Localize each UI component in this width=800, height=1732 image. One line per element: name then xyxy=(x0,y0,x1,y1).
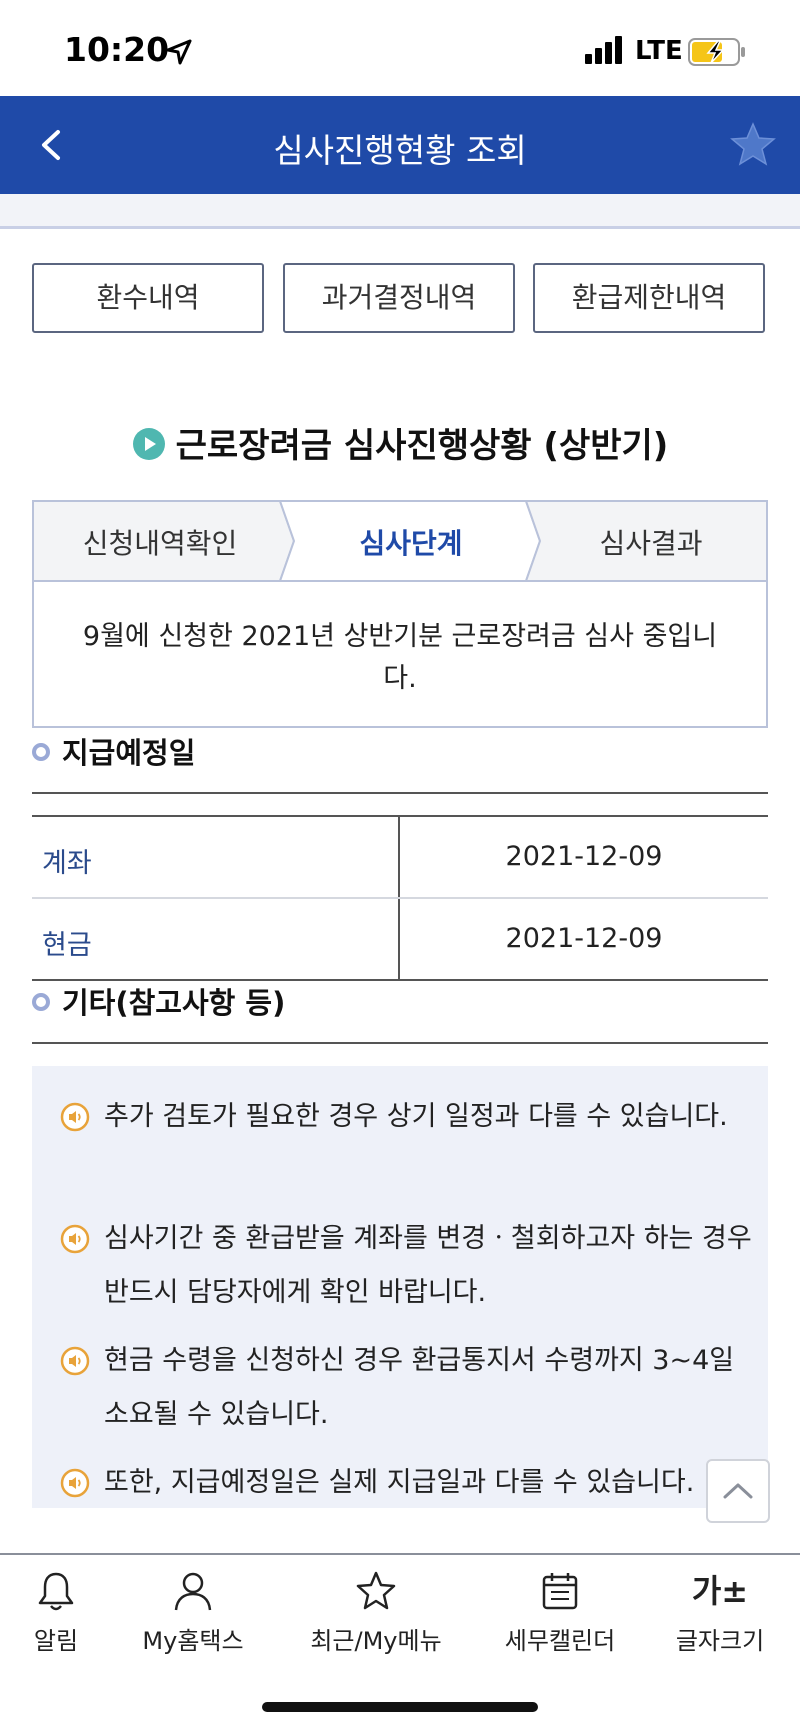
step-review: 심사단계 xyxy=(359,527,463,560)
refund-limit-button[interactable]: 환급제한내역 xyxy=(533,263,765,333)
table-row: 현금 2021-12-09 xyxy=(32,899,768,981)
play-circle-icon xyxy=(132,428,165,460)
payment-method-label: 현금 xyxy=(42,930,92,961)
list-item: 현금 수령을 신청하신 경우 환급통지서 수령까지 3~4일 소요될 수 있습니… xyxy=(60,1334,760,1442)
refund-recovery-button[interactable]: 환수내역 xyxy=(32,263,264,333)
section-main-title: 근로장려금 심사진행상황 (상반기) xyxy=(0,418,800,467)
bottom-navigation: 알림 My홈택스 최근/My메뉴 세무캘린더 가± 글자크기 xyxy=(0,1553,800,1685)
note-text: 현금 수령을 신청하신 경우 환급통지서 수령까지 3~4일 소요될 수 있습니… xyxy=(104,1345,735,1430)
table-row: 계좌 2021-12-09 xyxy=(32,817,768,899)
font-size-icon: 가± xyxy=(691,1572,749,1610)
chevron-up-icon xyxy=(723,1483,753,1499)
header-subbar xyxy=(0,194,800,229)
payment-table: 계좌 2021-12-09 현금 2021-12-09 xyxy=(32,815,768,981)
payment-date-value: 2021-12-09 xyxy=(505,841,663,872)
main-title-text: 근로장려금 심사진행상황 (상반기) xyxy=(175,426,669,466)
bullet-ring-icon xyxy=(32,743,50,761)
bullet-ring-icon xyxy=(32,993,50,1011)
speaker-bullet-icon xyxy=(60,1468,90,1498)
network-type: LTE xyxy=(635,36,683,66)
notes-box: 추가 검토가 필요한 경우 상기 일정과 다를 수 있습니다. 심사기간 중 환… xyxy=(32,1066,768,1508)
scroll-top-button[interactable] xyxy=(706,1459,770,1523)
app-header: 심사진행현황 조회 xyxy=(0,96,800,194)
page-title: 심사진행현황 조회 xyxy=(273,131,527,170)
calendar-icon xyxy=(542,1573,578,1610)
nav-font-size[interactable]: 가± 글자크기 xyxy=(640,1569,800,1656)
notes-section-title-text: 기타(참고사항 등) xyxy=(62,986,286,1020)
nav-recent-menu[interactable]: 최근/My메뉴 xyxy=(296,1569,456,1656)
status-time: 10:20 xyxy=(64,30,170,69)
step-result: 심사결과 xyxy=(599,527,703,560)
progress-steps: 신청내역확인 심사단계 심사결과 xyxy=(32,500,768,582)
payment-section-title-text: 지급예정일 xyxy=(62,736,196,770)
status-notice: 9월에 신청한 2021년 상반기분 근로장려금 심사 중입니다. xyxy=(32,582,768,728)
section-divider xyxy=(32,1042,768,1044)
list-item: 추가 검토가 필요한 경우 상기 일정과 다를 수 있습니다. xyxy=(60,1090,760,1144)
payment-date-value: 2021-12-09 xyxy=(505,923,663,954)
past-decision-button[interactable]: 과거결정내역 xyxy=(283,263,515,333)
list-item: 또한, 지급예정일은 실제 지급일과 다를 수 있습니다. xyxy=(60,1456,760,1510)
note-text: 추가 검토가 필요한 경우 상기 일정과 다를 수 있습니다. xyxy=(104,1101,728,1132)
nav-my-hometax[interactable]: My홈택스 xyxy=(113,1569,273,1656)
section-divider xyxy=(32,792,768,794)
nav-label: 세무캘린더 xyxy=(504,1627,616,1655)
payment-section-title: 지급예정일 xyxy=(32,730,195,772)
location-arrow-icon xyxy=(166,39,192,65)
favorite-star-icon[interactable] xyxy=(728,120,778,170)
nav-tax-calendar[interactable]: 세무캘린더 xyxy=(480,1569,640,1656)
speaker-bullet-icon xyxy=(60,1224,90,1254)
battery-charging-icon xyxy=(688,38,745,66)
list-item: 심사기간 중 환급받을 계좌를 변경ㆍ철회하고자 하는 경우 반드시 담당자에게… xyxy=(60,1212,760,1320)
note-text: 심사기간 중 환급받을 계좌를 변경ㆍ철회하고자 하는 경우 반드시 담당자에게… xyxy=(104,1223,752,1308)
note-text: 또한, 지급예정일은 실제 지급일과 다를 수 있습니다. xyxy=(104,1467,695,1498)
nav-label: My홈택스 xyxy=(142,1627,244,1655)
payment-method-label: 계좌 xyxy=(42,848,92,879)
speaker-bullet-icon xyxy=(60,1346,90,1376)
bell-icon xyxy=(38,1572,74,1611)
star-icon xyxy=(356,1571,396,1610)
step-application-check: 신청내역확인 xyxy=(82,527,238,560)
nav-label: 최근/My메뉴 xyxy=(310,1627,442,1655)
nav-label: 글자크기 xyxy=(675,1627,765,1655)
home-indicator[interactable] xyxy=(262,1702,538,1712)
person-icon xyxy=(174,1572,212,1611)
signal-icon xyxy=(585,36,622,64)
notes-section-title: 기타(참고사항 등) xyxy=(32,980,285,1022)
speaker-bullet-icon xyxy=(60,1102,90,1132)
status-bar: 10:20 LTE xyxy=(0,0,800,96)
